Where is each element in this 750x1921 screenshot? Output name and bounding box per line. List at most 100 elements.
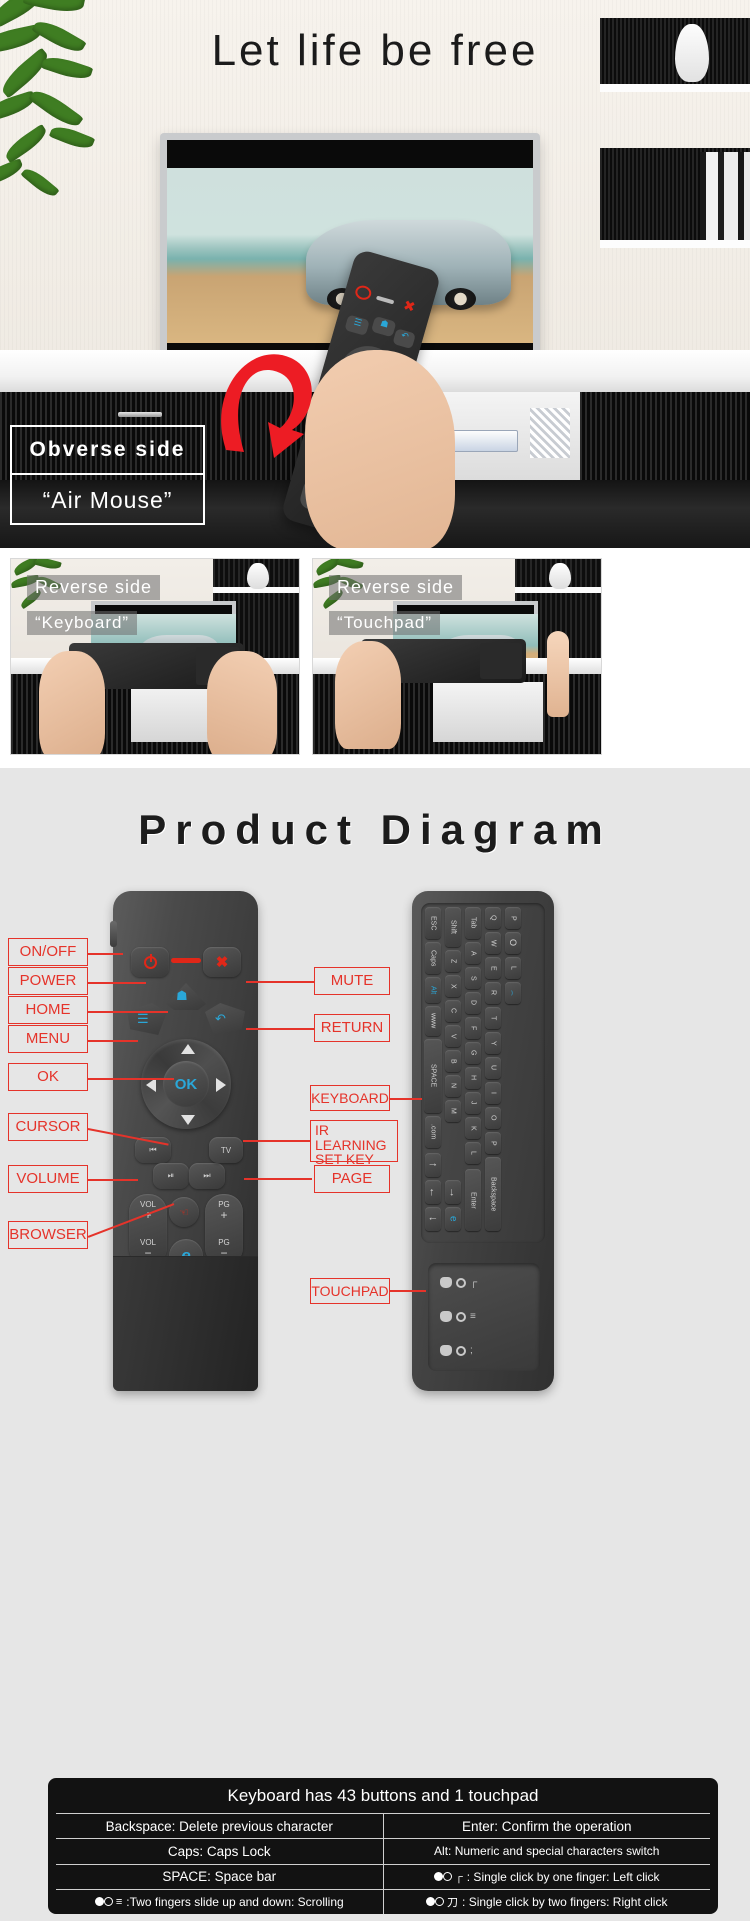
key-i[interactable]: I [485, 1082, 501, 1104]
tv-button[interactable]: TV [209, 1137, 243, 1163]
key-z[interactable]: Z [445, 950, 461, 972]
ok-button[interactable]: OK [163, 1061, 209, 1107]
key-l-extra[interactable]: L [505, 957, 521, 979]
callout-menu: MENU [8, 1025, 88, 1053]
reverse-label-line1: Reverse side [329, 575, 462, 600]
touchpad-surface[interactable]: ┌ ≡ �; [428, 1263, 540, 1371]
finger-dot-icon [456, 1278, 466, 1288]
left-hand [335, 641, 401, 749]
key-k[interactable]: K [465, 1117, 481, 1139]
arrow-left-key[interactable]: ← [425, 1180, 441, 1204]
power-button[interactable] [131, 947, 169, 977]
arrow-down-icon[interactable] [181, 1115, 195, 1125]
key-e[interactable]: E [485, 957, 501, 979]
obverse-label-line1: Obverse side [12, 427, 203, 475]
vase-decoration [675, 24, 709, 82]
enter-key[interactable]: Enter [465, 1169, 481, 1231]
key-x[interactable]: X [445, 975, 461, 997]
key-dotcom[interactable]: .com [425, 1116, 441, 1148]
arrow-up-key[interactable]: ↑ [425, 1153, 441, 1177]
finger-dot-icon [456, 1346, 466, 1356]
leader-line-onoff [88, 953, 123, 955]
key-j[interactable]: J [465, 1092, 481, 1114]
key-n[interactable]: N [445, 1075, 461, 1097]
key-p-extra[interactable]: P [505, 907, 521, 929]
key-g[interactable]: G [465, 1042, 481, 1064]
key-p[interactable]: P [485, 1132, 501, 1154]
key-f[interactable]: F [465, 1017, 481, 1039]
info-cell-alt: Alt: Numeric and special characters swit… [384, 1839, 711, 1863]
info-cell-enter: Enter: Confirm the operation [384, 1814, 711, 1838]
leader-line-home [88, 1011, 168, 1013]
key-s[interactable]: S [465, 967, 481, 989]
next-track-button[interactable]: ⏭ [189, 1163, 225, 1189]
key-v[interactable]: V [445, 1025, 461, 1047]
key-alt[interactable]: Alt [425, 977, 441, 1003]
product-diagram-section: Product Diagram ON/OFF POWER HOME MENU O… [0, 768, 750, 1921]
arrow-right-key[interactable]: → [445, 1180, 461, 1204]
ir-learning-set-button[interactable]: ☜ [169, 1197, 199, 1227]
left-hand [39, 651, 105, 755]
key-t[interactable]: T [485, 1007, 501, 1029]
callout-ir-learning-set-key: IR LEARNING SET KEY [310, 1120, 398, 1162]
key-o[interactable]: O [485, 1107, 501, 1129]
left-click-symbol: ┌ [455, 1871, 463, 1883]
key-u[interactable]: U [485, 1057, 501, 1079]
table-row: SPACE: Space bar ┌ : Single click by one… [56, 1865, 710, 1890]
key-y[interactable]: Y [485, 1032, 501, 1054]
reverse-keyboard-panel: Reverse side “Keyboard” [10, 558, 300, 755]
reverse-label-line1: Reverse side [27, 575, 160, 600]
leader-line-page [244, 1178, 312, 1180]
air-mouse-remote-diagram: ✖ ☗ ☰ ↶ OK ⏮ ⏯ ⏭ TV VOL + VOL − PG + PG … [113, 891, 258, 1391]
key-h[interactable]: H [465, 1067, 481, 1089]
arrow-right-icon[interactable] [216, 1078, 226, 1092]
play-pause-button[interactable]: ⏯ [153, 1163, 189, 1189]
callout-page: PAGE [314, 1165, 390, 1193]
crystal-decoration [530, 408, 570, 458]
key-esc[interactable]: ESC [425, 907, 441, 939]
left-click-text: : Single click by one finger: Left click [467, 1870, 660, 1884]
key-m[interactable]: M [445, 1100, 461, 1122]
flip-arrow-icon [196, 330, 326, 480]
key-symbol-extra[interactable]: ⌢ [505, 982, 521, 1004]
key-a[interactable]: A [465, 942, 481, 964]
key-www[interactable]: www [425, 1006, 441, 1036]
key-caps[interactable]: Caps [425, 942, 441, 974]
arrow-up-icon[interactable] [181, 1044, 195, 1054]
arrow-down-key[interactable]: ↓ [425, 1207, 441, 1231]
callout-browser: BROWSER [8, 1221, 88, 1249]
gesture-hint-right-click: �; [440, 1345, 473, 1356]
key-c[interactable]: C [445, 1000, 461, 1022]
info-cell-scrolling: ≡ :Two fingers slide up and down: Scroll… [56, 1890, 384, 1914]
key-d[interactable]: D [465, 992, 481, 1014]
scroll-symbol: ≡ [470, 1311, 476, 1322]
mute-button[interactable]: ✖ [203, 947, 241, 977]
backspace-key[interactable]: Backspace [485, 1157, 501, 1231]
key-space[interactable]: SPACE [424, 1039, 442, 1113]
reverse-label-line2: “Touchpad” [329, 611, 440, 635]
right-click-symbol: 刀 [447, 1894, 458, 1910]
pg-up-sign: + [220, 1209, 227, 1221]
arrow-left-icon[interactable] [146, 1078, 156, 1092]
mouse-icon [440, 1345, 452, 1356]
key-o-extra[interactable]: O [505, 932, 521, 954]
key-q[interactable]: Q [485, 907, 501, 929]
key-r[interactable]: R [485, 982, 501, 1004]
table-row: Backspace: Delete previous character Ent… [56, 1814, 710, 1839]
two-finger-scroll-icon: ≡ [95, 1896, 122, 1908]
keyboard-side-diagram: ESC Caps Alt www SPACE .com Shift Z X C … [412, 891, 554, 1391]
callout-keyboard: KEYBOARD [310, 1085, 390, 1111]
mute-icon: ✖ [216, 955, 229, 970]
keyboard-info-table: Keyboard has 43 buttons and 1 touchpad B… [48, 1778, 718, 1914]
browser-key-icon[interactable]: e [445, 1207, 461, 1231]
key-l[interactable]: L [465, 1142, 481, 1164]
key-b[interactable]: B [445, 1050, 461, 1072]
key-tab[interactable]: Tab [465, 907, 481, 939]
vase-decoration [247, 563, 269, 589]
gesture-hint-scroll: ≡ [440, 1311, 476, 1322]
onoff-switch[interactable] [110, 921, 117, 947]
key-shift[interactable]: Shift [445, 907, 461, 947]
product-listing-page: Let life be free ✖ ☰ ☗ ↶ Obverse side “A… [0, 0, 750, 1921]
table-row: ≡ :Two fingers slide up and down: Scroll… [56, 1890, 710, 1914]
key-w[interactable]: W [485, 932, 501, 954]
